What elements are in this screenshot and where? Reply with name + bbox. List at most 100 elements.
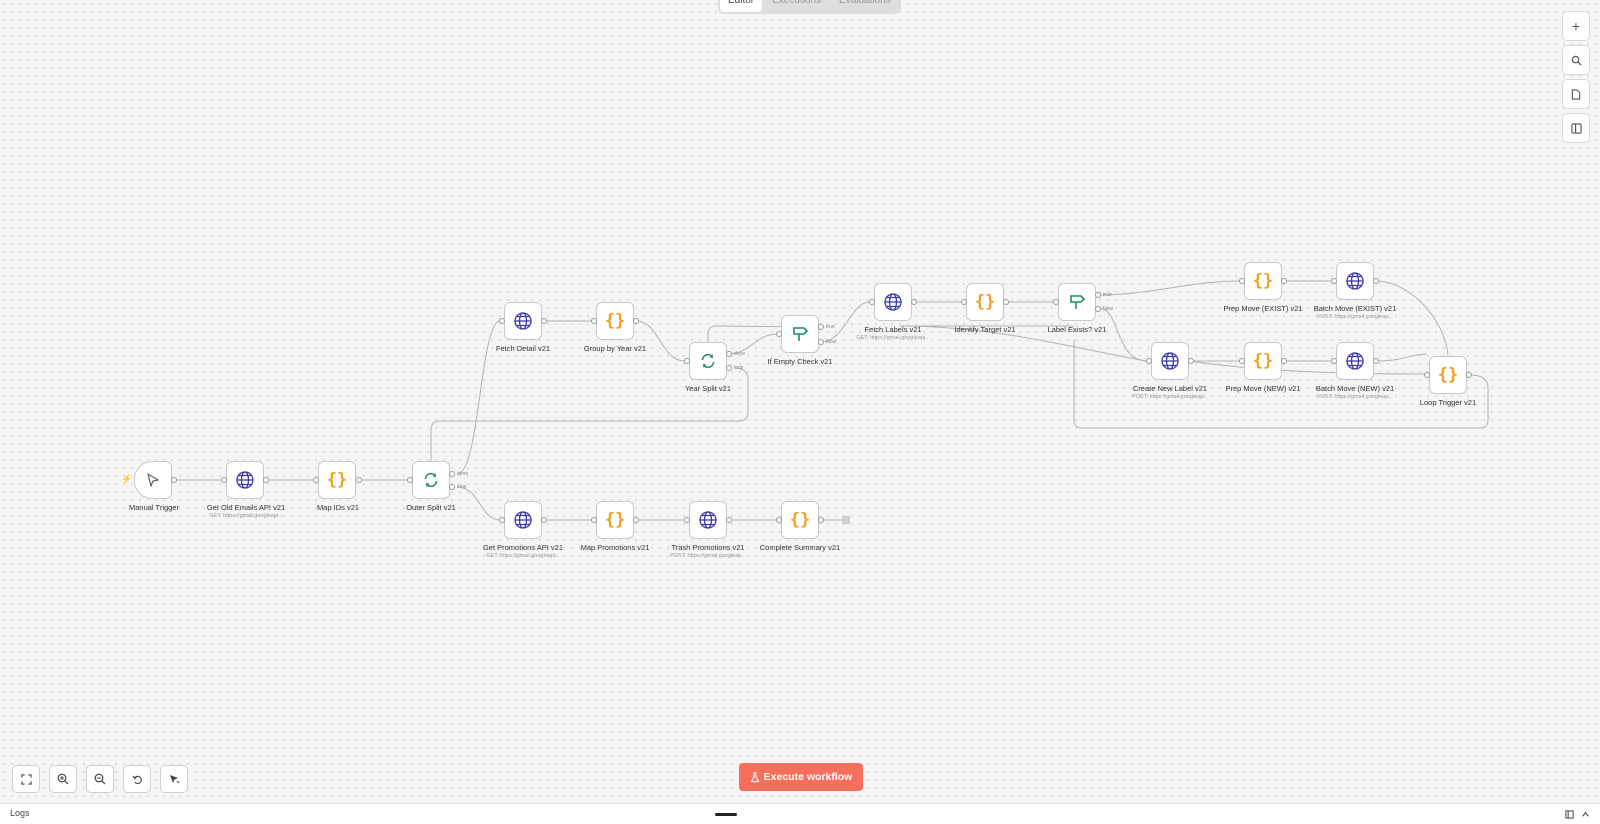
output-handle-true[interactable] (1095, 292, 1101, 298)
output-handle-loop[interactable] (726, 365, 732, 371)
globe-icon (514, 511, 532, 529)
input-handle[interactable] (1331, 278, 1337, 284)
add-connection-handle (842, 516, 850, 524)
output-handle[interactable] (1281, 278, 1287, 284)
input-handle[interactable] (869, 299, 875, 305)
node-fetch-labels[interactable] (874, 283, 912, 321)
node-map-ids[interactable]: {} (318, 461, 356, 499)
input-handle[interactable] (591, 318, 597, 324)
cursor-icon (147, 473, 159, 487)
node-label: Year Split v21 (684, 384, 731, 393)
output-handle[interactable] (1373, 358, 1379, 364)
node-subtitle: GET: https://gmail.googleapi... (486, 553, 560, 559)
node-manual-trigger[interactable] (134, 461, 172, 499)
loop-icon (424, 472, 438, 488)
output-handle[interactable] (541, 318, 547, 324)
input-handle[interactable] (684, 517, 690, 523)
output-handle[interactable] (263, 477, 269, 483)
output-handle[interactable] (1281, 358, 1287, 364)
node-loop-trigger[interactable]: {} (1429, 356, 1467, 394)
node-identify-target[interactable]: {} (966, 283, 1004, 321)
node-prep-move-exist[interactable]: {} (1244, 262, 1282, 300)
input-handle[interactable] (1331, 358, 1337, 364)
globe-icon (1346, 352, 1364, 370)
output-handle[interactable] (911, 299, 917, 305)
output-handle-done[interactable] (449, 471, 455, 477)
node-label: Group by Year v21 (583, 344, 647, 353)
zoom-to-fit-button[interactable] (12, 765, 40, 793)
input-handle[interactable] (1053, 299, 1059, 305)
input-handle[interactable] (499, 517, 505, 523)
input-handle[interactable] (499, 318, 505, 324)
input-handle[interactable] (1239, 358, 1245, 364)
output-handle[interactable] (1466, 372, 1472, 378)
pop-out-icon[interactable] (1565, 810, 1574, 819)
signpost-icon (1070, 295, 1086, 309)
globe-icon (1161, 352, 1179, 370)
node-label-exists[interactable] (1058, 283, 1096, 321)
input-handle[interactable] (221, 477, 227, 483)
undo-icon (131, 775, 142, 784)
reset-zoom-button[interactable] (123, 765, 151, 793)
node-create-new-label[interactable] (1151, 342, 1189, 380)
output-handle-false[interactable] (1095, 306, 1101, 312)
node-batch-move-new[interactable] (1336, 342, 1374, 380)
output-handle[interactable] (633, 517, 639, 523)
zoom-in-button[interactable] (49, 765, 77, 793)
output-handle-true[interactable] (818, 324, 824, 330)
node-fetch-detail[interactable] (504, 302, 542, 340)
output-handle[interactable] (1188, 358, 1194, 364)
globe-icon (699, 511, 717, 529)
output-handle-done[interactable] (726, 351, 732, 357)
input-handle[interactable] (1239, 278, 1245, 284)
node-group-by-year[interactable]: {} (596, 302, 634, 340)
input-handle[interactable] (684, 358, 690, 364)
node-year-split[interactable] (689, 342, 727, 380)
output-handle[interactable] (1373, 278, 1379, 284)
node-subtitle: GET: https://gmail.googleapi... (209, 513, 283, 519)
input-handle[interactable] (1424, 372, 1430, 378)
logs-panel-bar[interactable]: Logs (0, 803, 1600, 824)
connection (1190, 360, 1428, 375)
node-trash-promotions[interactable] (689, 501, 727, 539)
input-handle[interactable] (776, 331, 782, 337)
output-handle[interactable] (726, 517, 732, 523)
execute-workflow-button[interactable]: Execute workflow (739, 763, 863, 791)
input-handle[interactable] (776, 517, 782, 523)
node-map-promotions[interactable]: {} (596, 501, 634, 539)
node-outer-split[interactable] (412, 461, 450, 499)
input-handle[interactable] (1146, 358, 1152, 364)
trigger-bolt-icon: ⚡ (121, 474, 133, 484)
output-handle[interactable] (1003, 299, 1009, 305)
output-handle-loop[interactable] (449, 484, 455, 490)
output-handle[interactable] (171, 477, 177, 483)
globe-icon (236, 471, 254, 489)
output-handle[interactable] (541, 517, 547, 523)
output-handle[interactable] (818, 517, 824, 523)
input-handle[interactable] (961, 299, 967, 305)
node-get-promotions[interactable] (504, 501, 542, 539)
input-handle[interactable] (407, 477, 413, 483)
connections-layer (174, 280, 1489, 524)
tidy-up-button[interactable] (160, 765, 188, 793)
node-label: Batch Move (NEW) v21 (1315, 384, 1395, 393)
chevron-up-icon[interactable] (1581, 810, 1590, 819)
node-label: Label Exists? v21 (1047, 325, 1107, 334)
output-handle-false[interactable] (818, 339, 824, 345)
globe-icon (884, 293, 902, 311)
port-label: loop (457, 484, 467, 490)
input-handle[interactable] (591, 517, 597, 523)
node-prep-move-new[interactable]: {} (1244, 342, 1282, 380)
node-subtitle: GET: https://gmail.googleapi... (856, 335, 930, 341)
output-handle[interactable] (633, 318, 639, 324)
code-icon: {} (604, 311, 626, 331)
node-get-old-emails[interactable] (226, 461, 264, 499)
node-batch-move-exist[interactable] (1336, 262, 1374, 300)
node-label: Batch Move (EXIST) v21 (1313, 304, 1397, 313)
node-if-empty-check[interactable] (781, 315, 819, 353)
zoom-out-button[interactable] (86, 765, 114, 793)
output-handle[interactable] (356, 477, 362, 483)
node-complete-summary[interactable]: {} (781, 501, 819, 539)
resize-handle[interactable] (715, 813, 737, 816)
input-handle[interactable] (313, 477, 319, 483)
